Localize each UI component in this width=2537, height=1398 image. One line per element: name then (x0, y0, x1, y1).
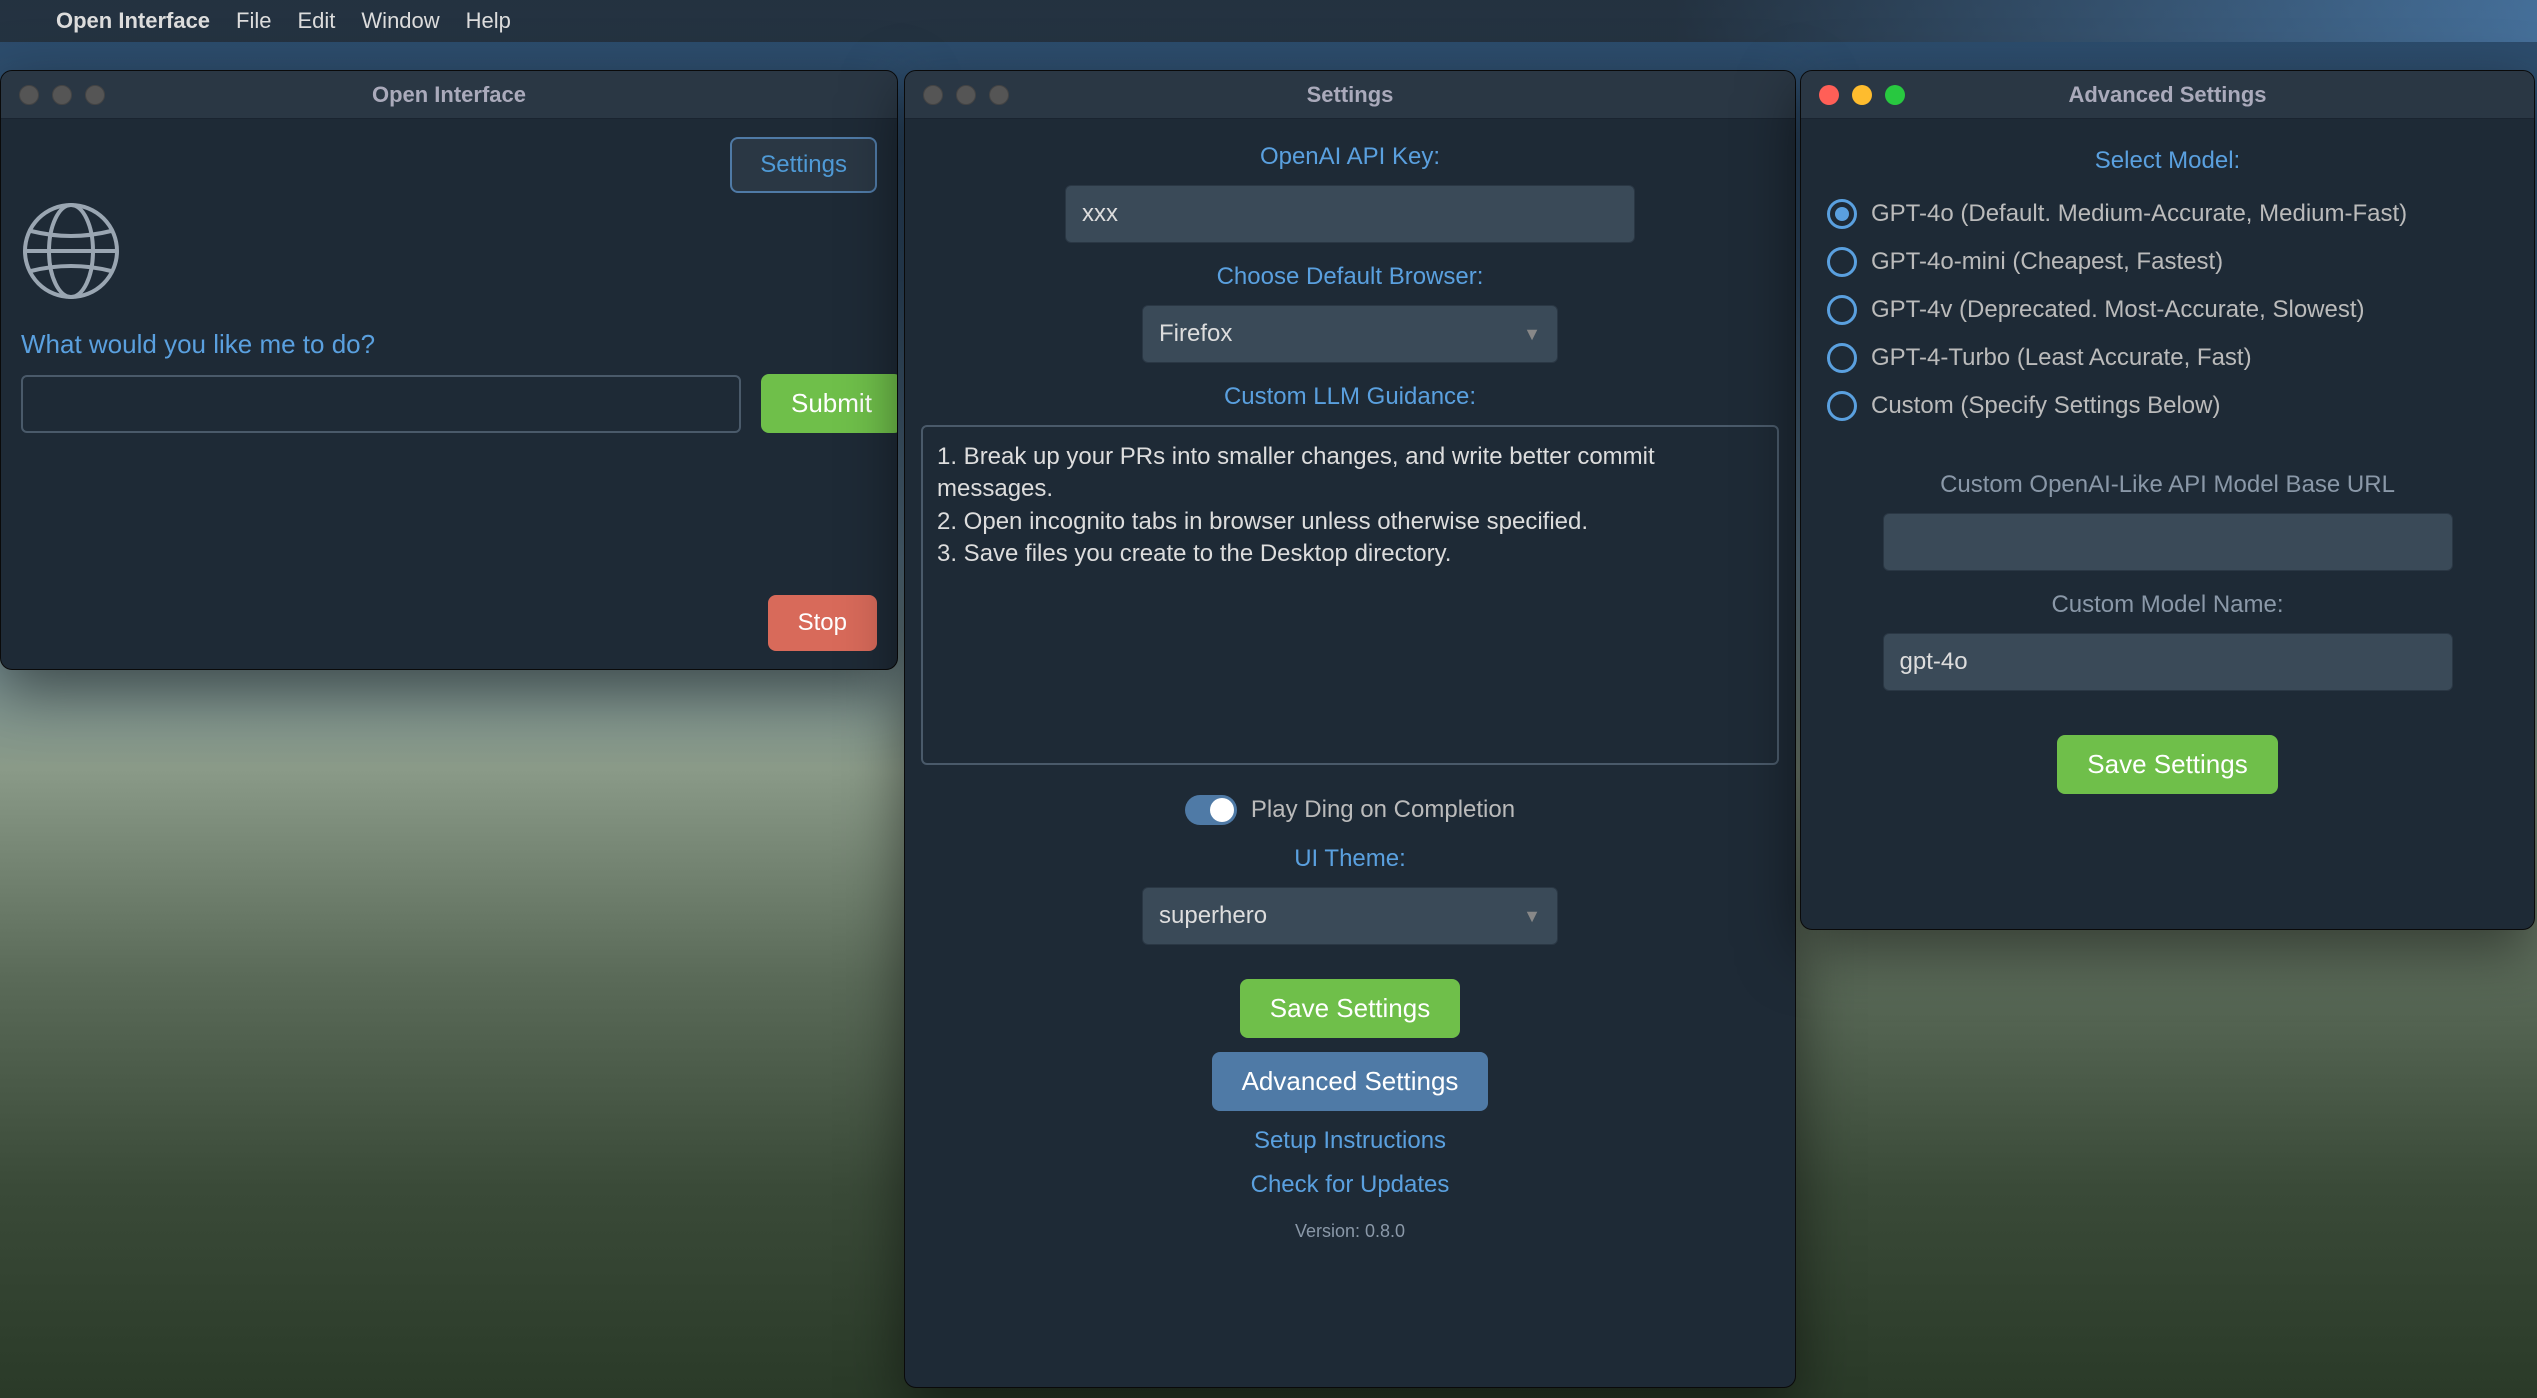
globe-icon (21, 201, 121, 301)
open-interface-window: Open Interface Settings What would you l… (0, 70, 898, 670)
window-title: Advanced Settings (2068, 82, 2266, 108)
model-radio-gpt4v[interactable]: GPT-4v (Deprecated. Most-Accurate, Slowe… (1827, 295, 2508, 325)
stop-button[interactable]: Stop (768, 595, 877, 651)
radio-icon (1827, 295, 1857, 325)
menubar-app-name[interactable]: Open Interface (56, 8, 210, 34)
traffic-lights (19, 85, 105, 105)
zoom-icon[interactable] (85, 85, 105, 105)
setup-instructions-link[interactable]: Setup Instructions (1254, 1127, 1446, 1155)
radio-label: GPT-4o (Default. Medium-Accurate, Medium… (1871, 200, 2407, 228)
save-settings-button[interactable]: Save Settings (1240, 979, 1460, 1038)
model-radio-gpt4-turbo[interactable]: GPT-4-Turbo (Least Accurate, Fast) (1827, 343, 2508, 373)
menubar: Open Interface File Edit Window Help (0, 0, 2537, 42)
ding-toggle[interactable] (1185, 795, 1237, 825)
browser-label: Choose Default Browser: (1217, 263, 1484, 291)
model-radio-gpt4o-mini[interactable]: GPT-4o-mini (Cheapest, Fastest) (1827, 247, 2508, 277)
traffic-lights (923, 85, 1009, 105)
settings-button[interactable]: Settings (730, 137, 877, 193)
select-model-label: Select Model: (2095, 147, 2240, 175)
theme-select[interactable]: superhero ▼ (1142, 887, 1558, 945)
zoom-icon[interactable] (1885, 85, 1905, 105)
model-radio-gpt4o[interactable]: GPT-4o (Default. Medium-Accurate, Medium… (1827, 199, 2508, 229)
window-title: Open Interface (372, 82, 526, 108)
titlebar[interactable]: Settings (905, 71, 1795, 119)
advanced-settings-button[interactable]: Advanced Settings (1212, 1052, 1489, 1111)
prompt-label: What would you like me to do? (21, 329, 877, 360)
model-radio-custom[interactable]: Custom (Specify Settings Below) (1827, 391, 2508, 421)
close-icon[interactable] (1819, 85, 1839, 105)
radio-label: GPT-4v (Deprecated. Most-Accurate, Slowe… (1871, 296, 2365, 324)
radio-label: GPT-4o-mini (Cheapest, Fastest) (1871, 248, 2223, 276)
menu-window[interactable]: Window (361, 8, 439, 34)
submit-button[interactable]: Submit (761, 374, 898, 433)
api-key-label: OpenAI API Key: (1260, 143, 1440, 171)
radio-icon (1827, 391, 1857, 421)
browser-select-value: Firefox (1159, 320, 1232, 348)
theme-label: UI Theme: (1294, 845, 1406, 873)
minimize-icon[interactable] (956, 85, 976, 105)
chevron-down-icon: ▼ (1523, 906, 1541, 927)
menu-edit[interactable]: Edit (298, 8, 336, 34)
browser-select[interactable]: Firefox ▼ (1142, 305, 1558, 363)
zoom-icon[interactable] (989, 85, 1009, 105)
api-key-input[interactable] (1065, 185, 1635, 243)
version-label: Version: 0.8.0 (1295, 1221, 1405, 1242)
minimize-icon[interactable] (1852, 85, 1872, 105)
close-icon[interactable] (19, 85, 39, 105)
radio-icon (1827, 199, 1857, 229)
check-updates-link[interactable]: Check for Updates (1251, 1171, 1450, 1199)
minimize-icon[interactable] (52, 85, 72, 105)
menu-file[interactable]: File (236, 8, 271, 34)
titlebar[interactable]: Advanced Settings (1801, 71, 2534, 119)
radio-label: GPT-4-Turbo (Least Accurate, Fast) (1871, 344, 2252, 372)
radio-icon (1827, 343, 1857, 373)
model-name-input[interactable] (1883, 633, 2453, 691)
prompt-input[interactable] (21, 375, 741, 433)
llm-guidance-label: Custom LLM Guidance: (1224, 383, 1476, 411)
titlebar[interactable]: Open Interface (1, 71, 897, 119)
theme-select-value: superhero (1159, 902, 1267, 930)
radio-label: Custom (Specify Settings Below) (1871, 392, 2220, 420)
ding-label: Play Ding on Completion (1251, 796, 1515, 824)
base-url-input[interactable] (1883, 513, 2453, 571)
radio-icon (1827, 247, 1857, 277)
menu-help[interactable]: Help (466, 8, 511, 34)
traffic-lights (1819, 85, 1905, 105)
llm-guidance-textarea[interactable] (921, 425, 1779, 765)
close-icon[interactable] (923, 85, 943, 105)
save-settings-button[interactable]: Save Settings (2057, 735, 2277, 794)
settings-window: Settings OpenAI API Key: Choose Default … (904, 70, 1796, 1388)
chevron-down-icon: ▼ (1523, 324, 1541, 345)
model-name-label: Custom Model Name: (2051, 591, 2283, 619)
window-title: Settings (1307, 82, 1394, 108)
model-radio-group: GPT-4o (Default. Medium-Accurate, Medium… (1827, 199, 2508, 421)
advanced-settings-window: Advanced Settings Select Model: GPT-4o (… (1800, 70, 2535, 930)
base-url-label: Custom OpenAI-Like API Model Base URL (1940, 471, 2395, 499)
